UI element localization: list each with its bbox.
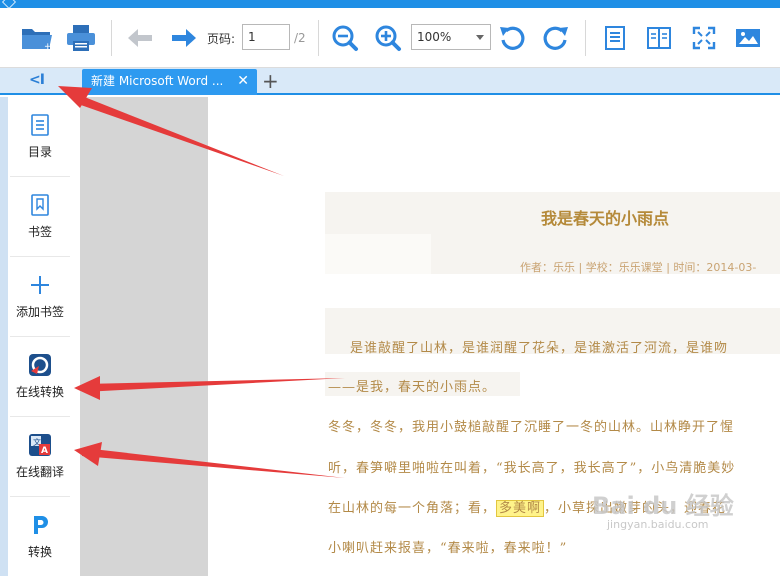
rotate-right-button[interactable]	[538, 20, 574, 56]
translate-icon: 文 A	[29, 434, 51, 456]
watermark-logo: Bai du 经验	[592, 492, 734, 520]
document-paragraph: ——是我，春天的小雨点。	[328, 380, 497, 395]
new-tab-button[interactable]: +	[262, 69, 279, 93]
arrow-left-icon	[128, 29, 152, 47]
sidebar-item-label: 在线转换	[15, 385, 64, 399]
sidebar-item-label: 书签	[27, 225, 52, 239]
print-button[interactable]	[63, 20, 99, 56]
double-page-icon	[647, 27, 671, 49]
watermark-url: jingyan.baidu.com	[607, 518, 709, 531]
zoom-level-select[interactable]: 100%	[411, 24, 491, 50]
image-icon	[736, 29, 760, 47]
page-label: 页码:	[207, 32, 236, 46]
sidebar-item-label: 添加书签	[15, 305, 64, 319]
collapse-sidebar-button[interactable]: <I	[29, 72, 45, 88]
document-paragraph: 是谁敲醒了山林，是谁润醒了花朵，是谁激活了河流，是谁吻	[350, 341, 729, 356]
sidebar: 目录 书签 添加书签 在线转换 文 A 在线翻译 转换	[0, 97, 80, 576]
tab-document[interactable]: 新建 Microsoft Word ... ✕	[82, 69, 257, 95]
paragraph-text: 在山林的每一个角落；看，	[328, 501, 497, 516]
sidebar-item-label: 在线翻译	[15, 465, 64, 479]
zoom-in-button[interactable]	[370, 20, 406, 56]
previous-page-button[interactable]	[122, 20, 158, 56]
document-meta: 作者：乐乐 | 学校：乐乐课堂 | 时间：2014-03-	[520, 261, 757, 274]
page-total: /2	[294, 31, 306, 45]
convert-icon	[29, 514, 51, 536]
sidebar-item-online-convert[interactable]: 在线转换	[10, 337, 70, 417]
printer-icon	[67, 25, 95, 51]
single-page-view-button[interactable]	[597, 20, 633, 56]
svg-text:+: +	[44, 42, 52, 52]
open-file-button[interactable]: +	[19, 20, 55, 56]
rotate-right-icon	[543, 26, 568, 50]
svg-text:A: A	[41, 446, 48, 456]
fullscreen-icon	[692, 26, 716, 50]
zoom-out-button[interactable]	[327, 20, 363, 56]
fullscreen-button[interactable]	[686, 20, 722, 56]
title-bar	[0, 0, 780, 10]
add-icon	[31, 276, 49, 294]
document-paragraph: 小喇叭赶来报喜，“春来啦，春来啦！”	[328, 541, 568, 556]
online-convert-icon	[29, 354, 51, 376]
sidebar-item-bookmarks[interactable]: 书签	[10, 177, 70, 257]
single-page-icon	[605, 26, 625, 50]
bookmark-icon	[31, 194, 49, 216]
sidebar-item-toc[interactable]: 目录	[10, 97, 70, 177]
highlighted-text: 多美啊	[496, 500, 545, 517]
sidebar-item-convert[interactable]: 转换	[10, 497, 70, 576]
folder-icon: +	[22, 29, 52, 52]
tab-label: 新建 Microsoft Word ...	[91, 74, 224, 88]
next-page-button[interactable]	[166, 20, 202, 56]
arrow-right-icon	[172, 29, 196, 47]
zoom-level-value: 100%	[417, 30, 452, 44]
page-number-input[interactable]	[242, 24, 290, 50]
close-icon[interactable]: ✕	[237, 69, 249, 93]
chevron-down-icon	[476, 35, 484, 40]
rotate-left-button[interactable]	[494, 20, 530, 56]
sidebar-item-online-translate[interactable]: 文 A 在线翻译	[10, 417, 70, 497]
document-title: 我是春天的小雨点	[540, 209, 669, 228]
image-view-button[interactable]	[730, 20, 766, 56]
zoom-out-icon	[332, 25, 358, 51]
zoom-in-icon	[375, 25, 401, 51]
rotate-left-icon	[500, 26, 525, 50]
document-paragraph: 听，春笋噼里啪啦在叫着，“我长高了，我长高了”，小鸟清脆美妙	[328, 461, 736, 476]
sidebar-item-label: 转换	[27, 545, 52, 559]
tab-bar: <I 新建 Microsoft Word ... ✕ +	[0, 68, 780, 95]
sidebar-item-label: 目录	[27, 145, 52, 159]
sidebar-item-add-bookmark[interactable]: 添加书签	[10, 257, 70, 337]
double-page-view-button[interactable]	[641, 20, 677, 56]
page-gutter	[80, 97, 208, 576]
document-paragraph: 冬冬，冬冬，我用小鼓槌敲醒了沉睡了一冬的山林。山林睁开了惺	[328, 420, 735, 435]
toolbar: + 页码: /2	[0, 8, 780, 68]
table-of-contents-icon	[31, 114, 49, 136]
